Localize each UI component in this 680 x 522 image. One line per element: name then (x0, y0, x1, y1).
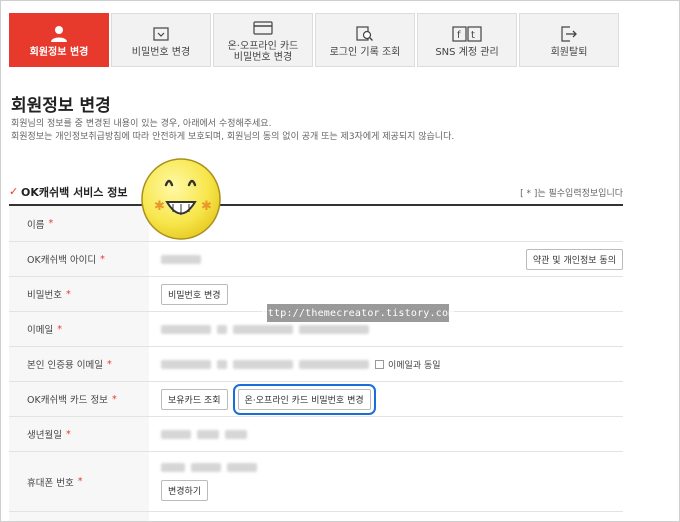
row-auth-email: 본인 인증용 이메일 * 이메일과 동일 (9, 347, 623, 382)
same-as-email-checkbox[interactable] (375, 359, 384, 369)
email-label-text: 이메일 (27, 325, 54, 336)
card-password-change-button[interactable]: 온·오프라인 카드 비밀번호 변경 (232, 383, 376, 415)
smiley-sticker: ✱ ✱ (141, 158, 221, 240)
row-birth: 생년월일 * (9, 417, 623, 452)
id-label-text: OK캐쉬백 아이디 (27, 255, 97, 266)
svg-text:✱: ✱ (201, 199, 212, 214)
email-at-blurred (217, 324, 227, 334)
partial-label (9, 512, 149, 521)
row-name: 이름 * (9, 206, 623, 242)
tab-label: 로그인 기록 조회 (329, 46, 401, 58)
email-label: 이메일 * (9, 312, 149, 346)
user-icon (50, 23, 68, 45)
required-mark: * (106, 358, 112, 370)
required-mark: * (48, 218, 54, 229)
phone-label-text: 휴대폰 번호 (27, 477, 74, 489)
page-description: 회원님의 정보를 중 변경된 내용이 있는 경우, 아래에서 수정해주세요. 회… (11, 118, 454, 144)
logout-icon (560, 23, 578, 45)
svg-text:t: t (471, 30, 475, 41)
svg-text:f: f (457, 30, 461, 41)
svg-text:✱: ✱ (154, 199, 165, 214)
tab-card-password[interactable]: 온·오프라인 카드 비밀번호 변경 (213, 13, 313, 67)
auth-email-at-blurred (217, 359, 227, 369)
page-title: 회원정보 변경 (11, 96, 111, 116)
tab-label-line2: 비밀번호 변경 (233, 52, 293, 63)
row-id: OK캐쉬백 아이디 * 약관 및 개인정보 동의 (9, 242, 623, 277)
id-field: 약관 및 개인정보 동의 (149, 242, 623, 276)
required-note: [ * ]는 필수입력정보입니다 (520, 189, 623, 199)
required-mark: * (65, 428, 71, 440)
password-label-text: 비밀번호 (27, 290, 62, 301)
watermark-banner: http://themecreator.tistory.com (262, 304, 454, 322)
card-label: OK캐쉬백 카드 정보 * (9, 382, 149, 416)
birth-label: 생년월일 * (9, 417, 149, 451)
tab-label: SNS 계정 관리 (435, 46, 499, 58)
birth-year-blurred (161, 429, 191, 439)
tab-sns[interactable]: ft SNS 계정 관리 (417, 13, 517, 67)
tab-label: 회원정보 변경 (29, 46, 89, 58)
member-info-form: 이름 * OK캐쉬백 아이디 * 약관 및 개인정보 동의 비밀번호 * 비밀번… (9, 206, 623, 521)
email-select-blurred (299, 324, 369, 334)
id-value-blurred (161, 254, 201, 264)
name-label-text: 이름 (27, 219, 45, 231)
password-change-button[interactable]: 비밀번호 변경 (161, 283, 228, 305)
account-tabs: 회원정보 변경 비밀번호 변경 온·오프라인 카드 비밀번호 변경 로그인 기록… (9, 13, 675, 67)
required-mark: * (111, 393, 117, 405)
tab-login-history[interactable]: 로그인 기록 조회 (315, 13, 415, 67)
auth-email-label-text: 본인 인증용 이메일 (27, 360, 103, 371)
section-header: ✓ OK캐쉬백 서비스 정보 [ * ]는 필수입력정보입니다 (9, 179, 623, 205)
desc-line-1: 회원님의 정보를 중 변경된 내용이 있는 경우, 아래에서 수정해주세요. (11, 119, 272, 129)
row-phone: 휴대폰 번호 * 변경하기 (9, 452, 623, 512)
auth-email-label: 본인 인증용 이메일 * (9, 347, 149, 381)
email-domain-blurred (233, 324, 293, 334)
tab-label-line1: 온·오프라인 카드 (227, 41, 299, 52)
tab-password[interactable]: 비밀번호 변경 (111, 13, 211, 67)
required-mark: * (57, 323, 62, 335)
section-title: OK캐쉬백 서비스 정보 (21, 186, 128, 199)
password-label: 비밀번호 * (9, 277, 149, 311)
phone-prefix-blurred (161, 462, 185, 472)
tab-label: 비밀번호 변경 (131, 46, 191, 58)
login-history-icon (356, 23, 374, 45)
birth-month-blurred (197, 429, 219, 439)
birth-day-blurred (225, 429, 247, 439)
tab-profile[interactable]: 회원정보 변경 (9, 13, 109, 67)
phone-label: 휴대폰 번호 * (9, 452, 149, 511)
required-mark: * (65, 288, 71, 300)
auth-email-field[interactable]: 이메일과 동일 (149, 347, 623, 381)
card-icon (253, 17, 273, 39)
partial-field (149, 512, 623, 521)
required-mark: * (100, 253, 105, 265)
same-as-email-label: 이메일과 동일 (388, 360, 441, 371)
phone-number-group (161, 462, 263, 472)
birth-field (149, 417, 623, 451)
name-label: 이름 * (9, 206, 149, 241)
desc-line-2: 회원정보는 개인정보취급방침에 따라 안전하게 보호되며, 회원님의 동의 없이… (11, 132, 455, 142)
sns-icon: ft (452, 23, 482, 45)
terms-button[interactable]: 약관 및 개인정보 동의 (525, 248, 623, 270)
required-mark: * (77, 476, 83, 487)
card-field: 보유카드 조회 온·오프라인 카드 비밀번호 변경 (149, 382, 623, 416)
auth-email-select-blurred (299, 359, 369, 369)
card-label-text: OK캐쉬백 카드 정보 (27, 395, 108, 406)
auth-email-domain-blurred (233, 359, 293, 369)
owned-card-button[interactable]: 보유카드 조회 (161, 388, 228, 410)
email-local-blurred (161, 324, 211, 334)
row-partial (9, 512, 623, 521)
check-icon: ✓ (9, 185, 19, 198)
phone-last-blurred (227, 462, 257, 472)
row-card: OK캐쉬백 카드 정보 * 보유카드 조회 온·오프라인 카드 비밀번호 변경 (9, 382, 623, 417)
phone-change-button[interactable]: 변경하기 (161, 479, 209, 501)
phone-field: 변경하기 (149, 452, 623, 511)
page-frame: 회원정보 변경 비밀번호 변경 온·오프라인 카드 비밀번호 변경 로그인 기록… (0, 0, 680, 522)
tab-label: 회원탈퇴 (550, 46, 588, 58)
birth-label-text: 생년월일 (27, 430, 62, 441)
tab-withdraw[interactable]: 회원탈퇴 (519, 13, 619, 67)
auth-email-local-blurred (161, 359, 211, 369)
password-icon (153, 23, 169, 45)
id-label: OK캐쉬백 아이디 * (9, 242, 149, 276)
phone-middle-blurred (191, 462, 221, 472)
